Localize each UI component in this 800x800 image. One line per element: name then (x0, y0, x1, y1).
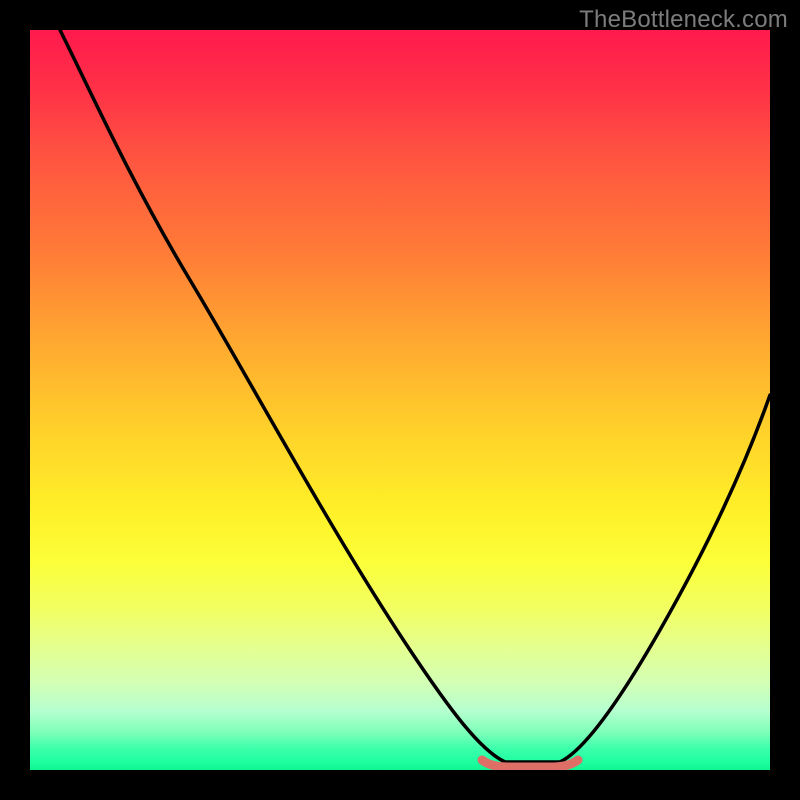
plot-area (30, 30, 770, 770)
bottleneck-curve (60, 30, 770, 762)
chart-container: TheBottleneck.com (0, 0, 800, 800)
chart-svg (30, 30, 770, 770)
